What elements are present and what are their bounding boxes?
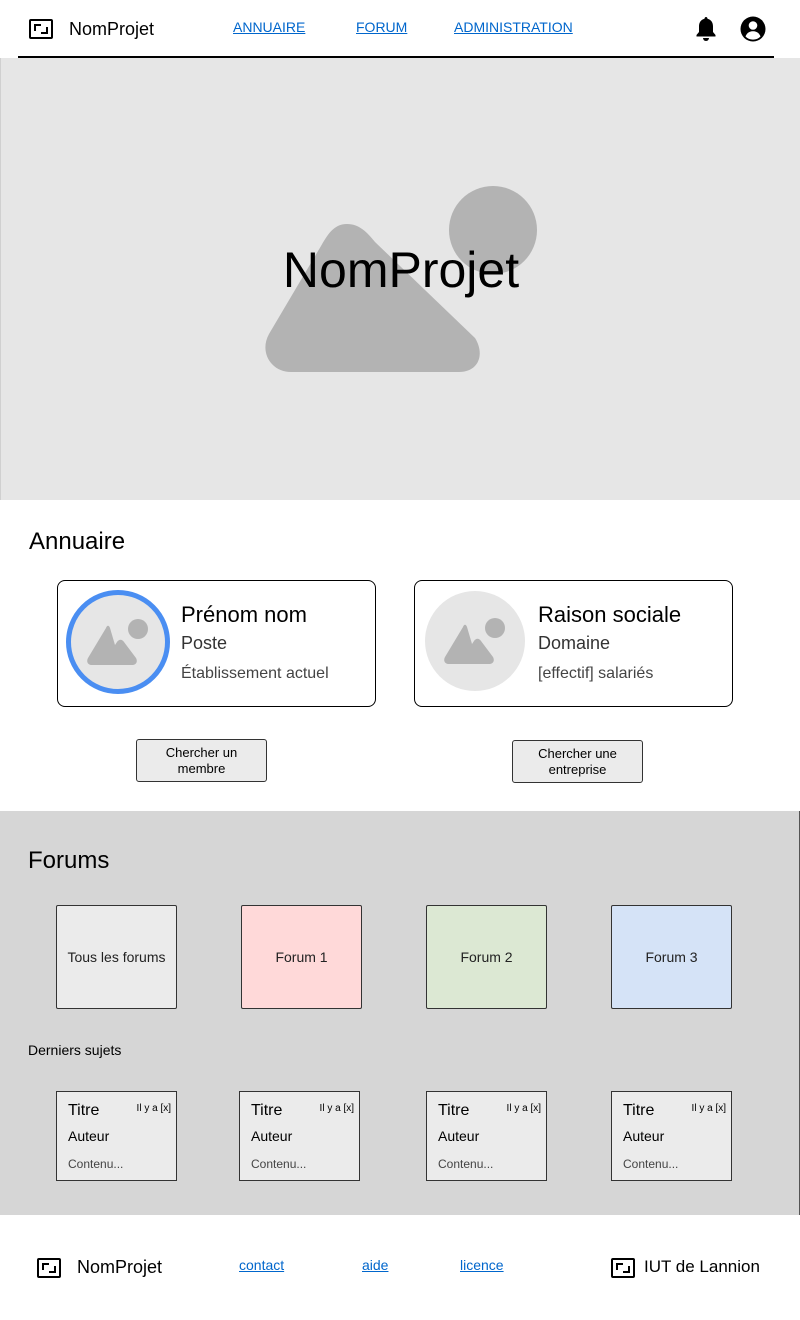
topic-time: Il y a [x] (691, 1103, 726, 1114)
annuaire-title: Annuaire (29, 528, 126, 555)
topic-time: Il y a [x] (506, 1103, 541, 1114)
top-navbar: NomProjet ANNUAIRE FORUM ADMINISTRATION (0, 0, 800, 58)
topic-title: Titre (438, 1102, 470, 1119)
company-name: Raison sociale (538, 602, 682, 627)
member-card[interactable]: Prénom nom Poste Établissement actuel (57, 580, 376, 707)
forums-section: Forums Tous les forums Forum 1 Forum 2 F… (0, 811, 800, 1215)
topic-author: Auteur (438, 1128, 480, 1144)
topic-card[interactable]: Titre Il y a [x] Auteur Contenu... (611, 1091, 732, 1181)
institution-logo-icon[interactable] (611, 1258, 635, 1278)
company-card[interactable]: Raison sociale Domaine [effectif] salari… (414, 580, 733, 707)
company-avatar (425, 591, 525, 691)
footer: NomProjet contact aide licence IUT de La… (0, 1215, 800, 1320)
topic-content: Contenu... (623, 1157, 679, 1171)
logo-icon[interactable] (37, 1258, 61, 1278)
forum-tile-label: Forum 2 (460, 949, 513, 965)
hero-banner: NomProjet (0, 58, 800, 500)
topic-card[interactable]: Titre Il y a [x] Auteur Contenu... (56, 1091, 177, 1181)
nav-link-annuaire[interactable]: ANNUAIRE (233, 19, 305, 35)
forum-tile-1[interactable]: Forum 1 (241, 905, 362, 1009)
topic-card[interactable]: Titre Il y a [x] Auteur Contenu... (239, 1091, 360, 1181)
account-icon[interactable] (739, 15, 767, 43)
member-role: Poste (181, 633, 228, 653)
nav-link-forum[interactable]: FORUM (356, 19, 407, 35)
search-company-button[interactable]: Chercher une entreprise (512, 740, 643, 783)
topic-content: Contenu... (438, 1157, 494, 1171)
footer-link-contact[interactable]: contact (239, 1257, 284, 1273)
institution-name[interactable]: IUT de Lannion (644, 1257, 760, 1277)
member-name: Prénom nom (181, 602, 307, 627)
topic-title: Titre (623, 1102, 655, 1119)
forum-tile-label: Tous les forums (67, 949, 166, 965)
topic-title: Titre (68, 1102, 100, 1119)
topic-author: Auteur (251, 1128, 293, 1144)
footer-link-aide[interactable]: aide (362, 1257, 388, 1273)
forum-tile-label: Forum 3 (645, 949, 698, 965)
search-member-button[interactable]: Chercher un membre (136, 739, 267, 782)
topic-time: Il y a [x] (319, 1103, 354, 1114)
topic-content: Contenu... (68, 1157, 124, 1171)
topic-title: Titre (251, 1102, 283, 1119)
member-avatar (66, 590, 170, 694)
forum-tile-label: Forum 1 (275, 949, 328, 965)
forums-title: Forums (28, 847, 110, 874)
image-placeholder-icon (87, 619, 148, 665)
brand-name[interactable]: NomProjet (69, 19, 154, 40)
forum-tile-2[interactable]: Forum 2 (426, 905, 547, 1009)
image-placeholder-icon (444, 618, 505, 664)
footer-brand[interactable]: NomProjet (77, 1257, 162, 1278)
latest-topics-label: Derniers sujets (28, 1042, 122, 1058)
footer-link-licence[interactable]: licence (460, 1257, 504, 1273)
hero-title: NomProjet (282, 242, 520, 298)
page: NomProjet ANNUAIRE FORUM ADMINISTRATION … (0, 0, 800, 1320)
logo-icon[interactable] (29, 19, 53, 39)
topic-card[interactable]: Titre Il y a [x] Auteur Contenu... (426, 1091, 547, 1181)
company-domain: Domaine (538, 633, 611, 653)
topic-author: Auteur (68, 1128, 110, 1144)
nav-link-administration[interactable]: ADMINISTRATION (454, 19, 573, 35)
topic-time: Il y a [x] (136, 1103, 171, 1114)
company-staff: [effectif] salariés (538, 665, 654, 682)
bell-icon[interactable] (693, 15, 719, 43)
topic-author: Auteur (623, 1128, 665, 1144)
topic-content: Contenu... (251, 1157, 307, 1171)
forum-tile-3[interactable]: Forum 3 (611, 905, 732, 1009)
forum-tile-all[interactable]: Tous les forums (56, 905, 177, 1009)
member-place: Établissement actuel (181, 665, 329, 682)
